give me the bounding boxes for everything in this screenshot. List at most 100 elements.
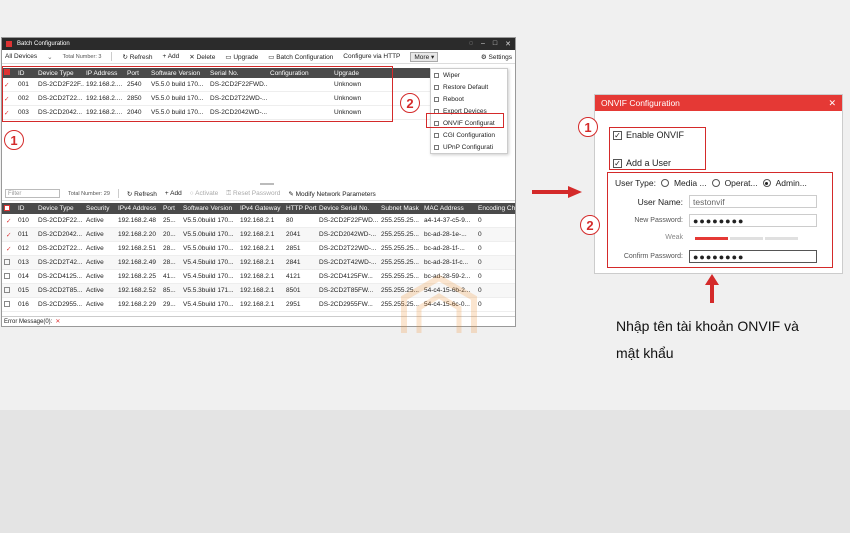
online-refresh-button[interactable]: ↻ Refresh	[127, 190, 157, 198]
more-menu-item[interactable]: Reboot	[431, 93, 507, 105]
column-header[interactable]: Software Version	[181, 205, 238, 212]
step-badge-1: 1	[4, 130, 24, 150]
table-cell: 192.168.2.1	[240, 259, 275, 266]
column-header[interactable]: ID	[16, 205, 36, 212]
table-cell: 192.168.2.20	[118, 231, 156, 238]
column-header[interactable]: Device Type	[36, 205, 84, 212]
table-cell: 192.168.2.52	[118, 287, 156, 294]
column-header[interactable]: MAC Address	[422, 205, 476, 212]
close-icon[interactable]: ✕	[828, 98, 836, 109]
table-cell: 28...	[163, 259, 176, 266]
column-header[interactable]: Device Serial No.	[317, 205, 379, 212]
column-header[interactable]: IPv4 Gateway	[238, 205, 284, 212]
column-header[interactable]: Port	[161, 205, 181, 212]
background-lower	[0, 410, 850, 533]
upgrade-button[interactable]: ▭ Upgrade	[225, 53, 258, 61]
reset-password-button[interactable]: ⚿ Reset Password	[226, 190, 280, 198]
watermark-logo-icon	[401, 274, 477, 333]
more-menu-item[interactable]: UPnP Configurati	[431, 141, 507, 153]
device-filter-select[interactable]: All Devices	[5, 53, 37, 60]
batch-configuration-button[interactable]: ▭ Batch Configuration	[268, 53, 333, 61]
table-cell: 2041	[286, 231, 301, 238]
table-cell: 192.168.2.1	[240, 301, 275, 308]
menu-item-icon	[434, 72, 439, 78]
highlight-selected-devices	[2, 66, 393, 122]
table-cell: DS-2CD2T22WD-...	[319, 245, 377, 252]
table-cell: Active	[86, 245, 104, 252]
select-all-checkbox[interactable]	[2, 204, 16, 213]
row-checkbox[interactable]	[2, 272, 16, 281]
table-cell: DS-2CD2042...	[38, 231, 83, 238]
highlight-checkboxes	[609, 127, 706, 170]
close-icon[interactable]: ✕	[505, 40, 511, 48]
key-icon: ⚿	[226, 189, 234, 197]
column-header[interactable]: Security	[84, 205, 116, 212]
table-cell: V5.5.0build 170...	[183, 231, 234, 238]
column-header[interactable]: HTTP Port	[284, 205, 317, 212]
online-refresh-label: Refresh	[134, 190, 157, 198]
more-button[interactable]: More ▾	[410, 51, 439, 62]
chevron-down-icon[interactable]: ⌄	[47, 53, 52, 61]
panel-splitter[interactable]	[260, 183, 274, 185]
table-cell: DS-2CD2F22...	[38, 217, 83, 224]
activate-button[interactable]: ○ Activate	[190, 190, 219, 197]
table-cell: DS-2CD2955...	[38, 301, 83, 308]
table-cell: 192.168.2.1	[240, 217, 275, 224]
table-cell: V5.4.5build 170...	[183, 259, 234, 266]
error-pin-icon[interactable]: ✕	[55, 318, 60, 325]
main-toolbar: All Devices ⌄ Total Number: 3 ↻ Refresh …	[2, 50, 515, 64]
delete-icon: ✕	[189, 53, 197, 61]
reset-password-label: Reset Password	[233, 189, 281, 197]
table-cell: DS-2CD4125...	[38, 273, 83, 280]
column-header[interactable]: Encoding Ch	[476, 205, 515, 212]
menu-item-icon	[434, 96, 439, 102]
online-add-button[interactable]: + Add	[165, 190, 182, 197]
table-cell: 011	[18, 231, 29, 238]
highlight-user-fields	[607, 172, 833, 268]
add-button[interactable]: + Add	[162, 53, 179, 60]
table-row[interactable]: ✓ 010 DS-2CD2F22... Active 192.168.2.48 25...…	[2, 214, 515, 228]
dialog-title: ONVIF Configuration	[601, 98, 680, 108]
table-cell: 41...	[163, 273, 176, 280]
more-menu-item[interactable]: CGI Configuration	[431, 129, 507, 141]
maximize-icon[interactable]: □	[493, 40, 497, 48]
step-badge-2: 2	[400, 93, 420, 113]
column-header[interactable]: IPv4 Address	[116, 205, 161, 212]
dialog-titlebar: ONVIF Configuration ✕	[595, 95, 842, 111]
delete-button[interactable]: ✕ Delete	[189, 53, 215, 61]
settings-button[interactable]: ⚙ Settings	[481, 53, 512, 61]
row-checkbox[interactable]: ✓	[2, 231, 16, 239]
instruction-caption: Nhập tên tài khoản ONVIF và mật khẩu	[616, 313, 846, 367]
minimize-icon[interactable]: –	[481, 40, 485, 48]
error-message-label[interactable]: Error Message(0):	[4, 319, 52, 325]
configure-via-http-button[interactable]: Configure via HTTP	[343, 53, 400, 60]
table-cell: Active	[86, 273, 104, 280]
row-checkbox[interactable]: ✓	[2, 245, 16, 253]
row-checkbox[interactable]	[2, 286, 16, 295]
menu-item-label: Wiper	[443, 71, 460, 79]
menu-item-label: UPnP Configurati	[443, 143, 494, 151]
modify-network-button[interactable]: ✎ Modify Network Parameters	[288, 190, 375, 198]
row-checkbox[interactable]	[2, 300, 16, 309]
column-header[interactable]: Subnet Mask	[379, 205, 422, 212]
refresh-button[interactable]: ↻ Refresh	[122, 53, 152, 61]
refresh-label: Refresh	[129, 53, 153, 61]
edit-icon: ✎	[288, 190, 296, 198]
table-cell: 85...	[163, 287, 176, 294]
row-checkbox[interactable]	[2, 258, 16, 267]
table-header: ID Device Type Security IPv4 Address Por…	[2, 203, 515, 214]
caret-down-icon: ▾	[431, 53, 435, 61]
filter-input[interactable]: Filter	[5, 189, 60, 198]
table-cell: Active	[86, 301, 104, 308]
help-icon[interactable]: ◌	[469, 40, 473, 48]
more-menu-item[interactable]: Wiper	[431, 69, 507, 81]
more-menu-item[interactable]: Restore Default	[431, 81, 507, 93]
row-checkbox[interactable]: ✓	[2, 217, 16, 225]
upgrade-label: Upgrade	[233, 53, 259, 61]
app-icon	[6, 41, 12, 47]
table-cell: 2851	[286, 245, 301, 252]
table-cell: 013	[18, 259, 29, 266]
toolbar-divider	[111, 52, 113, 61]
table-cell: 192.168.2.51	[118, 245, 156, 252]
table-cell: 192.168.2.1	[240, 273, 275, 280]
